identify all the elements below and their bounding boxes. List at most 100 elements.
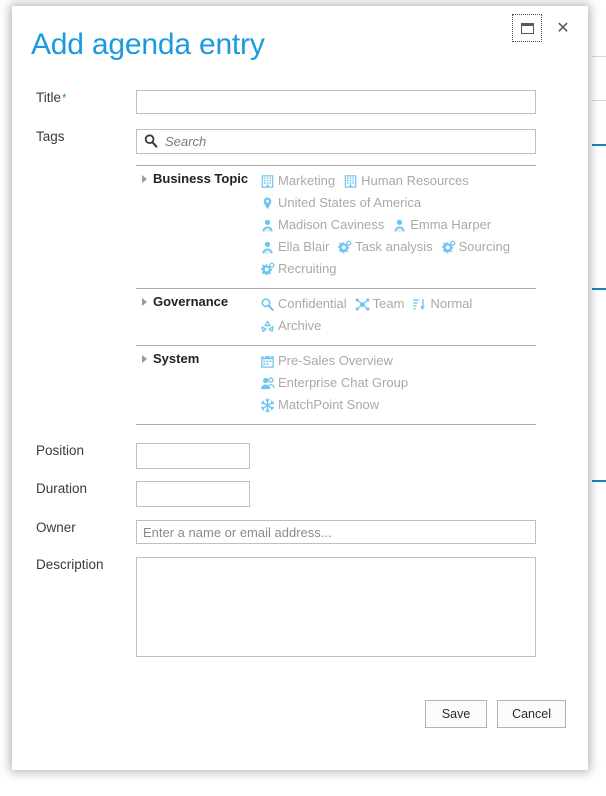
person-icon: [260, 240, 275, 255]
recycle-icon: [260, 319, 275, 334]
tags-label: Tags: [36, 129, 65, 144]
title-row: Title*: [12, 90, 588, 114]
owner-row: Owner: [12, 520, 588, 544]
tag-item[interactable]: Task analysis: [337, 238, 433, 256]
tag-item-label: Task analysis: [355, 239, 433, 254]
tag-item[interactable]: Enterprise Chat Group: [260, 374, 408, 392]
tag-item[interactable]: Madison Caviness: [260, 216, 384, 234]
background-rule: [592, 480, 606, 482]
tags-row: Tags Business Topic Marketing Human Resour…: [12, 129, 588, 425]
description-row: Description: [12, 557, 588, 662]
duration-input[interactable]: [136, 481, 250, 507]
tag-item-label: Sourcing: [458, 239, 510, 254]
background-rule: [592, 288, 606, 290]
snowflake-icon: [260, 398, 275, 413]
tag-item[interactable]: Ella Blair: [260, 238, 329, 256]
owner-field-col: [136, 520, 588, 544]
building-icon: [260, 174, 275, 189]
tag-item-list: Confidential Team Normal Archive: [260, 294, 536, 339]
tag-item-label: Recruiting: [278, 261, 337, 276]
title-label-text: Title: [36, 90, 62, 105]
gear-icon: [441, 240, 456, 255]
tag-item-label: Archive: [278, 318, 322, 333]
person-icon: [260, 218, 275, 233]
add-agenda-entry-dialog: ✕ Add agenda entry Title* Tags Search Bu…: [12, 6, 588, 770]
cancel-button[interactable]: Cancel: [497, 700, 566, 728]
tag-item-label: Normal: [430, 296, 473, 311]
chevron-right-icon[interactable]: [142, 297, 147, 306]
tag-item[interactable]: Sourcing: [441, 238, 510, 256]
duration-label: Duration: [36, 481, 88, 496]
owner-label: Owner: [36, 520, 76, 535]
save-button[interactable]: Save: [425, 700, 488, 728]
background-rule: [592, 144, 606, 146]
background-rule: [592, 100, 606, 101]
position-label: Position: [36, 443, 85, 458]
close-dialog-button[interactable]: ✕: [548, 14, 578, 42]
owner-input[interactable]: [136, 520, 536, 544]
screen: ✕ Add agenda entry Title* Tags Search Bu…: [0, 0, 606, 796]
tags-field-col: Business Topic Marketing Human Resources Un…: [136, 129, 588, 425]
calendar-icon: [260, 354, 275, 369]
restore-icon: [520, 22, 534, 34]
tag-section-label: System: [153, 351, 200, 366]
tag-item[interactable]: Confidential: [260, 295, 347, 313]
position-input[interactable]: [136, 443, 250, 469]
tag-section: System Pre-Sales Overview Enterprise Chat …: [136, 345, 536, 425]
position-field-col: [136, 443, 588, 469]
tag-item-label: Enterprise Chat Group: [278, 375, 409, 390]
tag-item[interactable]: Recruiting: [260, 260, 337, 278]
tag-item[interactable]: United States of America: [260, 194, 421, 212]
tag-item[interactable]: Team: [355, 295, 404, 313]
description-textarea[interactable]: [136, 557, 536, 657]
chevron-right-icon[interactable]: [142, 174, 147, 183]
gear-icon: [337, 240, 352, 255]
close-icon: ✕: [556, 18, 570, 37]
background-right-strip: [592, 0, 606, 796]
tag-section-header[interactable]: System: [136, 351, 260, 366]
description-label: Description: [36, 557, 104, 572]
restore-window-button[interactable]: [512, 14, 542, 42]
agenda-entry-form: Title* Tags Search Business Topic Market…: [12, 90, 588, 662]
tag-item[interactable]: Pre-Sales Overview: [260, 352, 393, 370]
tag-tree: Business Topic Marketing Human Resources Un…: [136, 165, 536, 425]
position-row: Position: [12, 443, 588, 469]
tag-item[interactable]: Emma Harper: [392, 216, 491, 234]
tag-item[interactable]: Archive: [260, 317, 321, 335]
tag-item-label: MatchPoint Snow: [278, 397, 380, 412]
people-group-icon: [260, 376, 275, 391]
tag-item[interactable]: Marketing: [260, 172, 335, 190]
tag-search-input[interactable]: [136, 129, 536, 154]
tag-section-header[interactable]: Business Topic: [136, 171, 260, 186]
title-label: Title*: [12, 90, 136, 106]
tag-item[interactable]: MatchPoint Snow: [260, 396, 379, 414]
priority-icon: [412, 297, 427, 312]
person-icon: [392, 218, 407, 233]
location-pin-icon: [260, 196, 275, 211]
tag-item-list: Marketing Human Resources United States of…: [260, 171, 536, 282]
title-field-col: [136, 90, 588, 114]
duration-field-col: [136, 481, 588, 507]
tag-section-label: Business Topic: [153, 171, 249, 186]
network-icon: [355, 297, 370, 312]
chevron-right-icon[interactable]: [142, 354, 147, 363]
dialog-title: Add agenda entry: [31, 28, 265, 61]
tag-item[interactable]: Normal: [412, 295, 472, 313]
building-icon: [343, 174, 358, 189]
tag-item-label: Emma Harper: [410, 217, 492, 232]
required-asterisk: *: [62, 91, 67, 105]
duration-row: Duration: [12, 481, 588, 507]
gear-icon: [260, 262, 275, 277]
tag-item-label: Ella Blair: [278, 239, 330, 254]
tag-item-label: Confidential: [278, 296, 347, 311]
tag-section: Business Topic Marketing Human Resources Un…: [136, 165, 536, 288]
tag-section-label: Governance: [153, 294, 229, 309]
title-input[interactable]: [136, 90, 536, 114]
tag-item-label: Madison Caviness: [278, 217, 385, 232]
tag-item-list: Pre-Sales Overview Enterprise Chat Group M…: [260, 351, 536, 418]
tag-item-label: Marketing: [278, 173, 336, 188]
tag-section-header[interactable]: Governance: [136, 294, 260, 309]
tag-search-wrap: [136, 129, 536, 154]
description-field-col: [136, 557, 588, 662]
tag-item[interactable]: Human Resources: [343, 172, 469, 190]
